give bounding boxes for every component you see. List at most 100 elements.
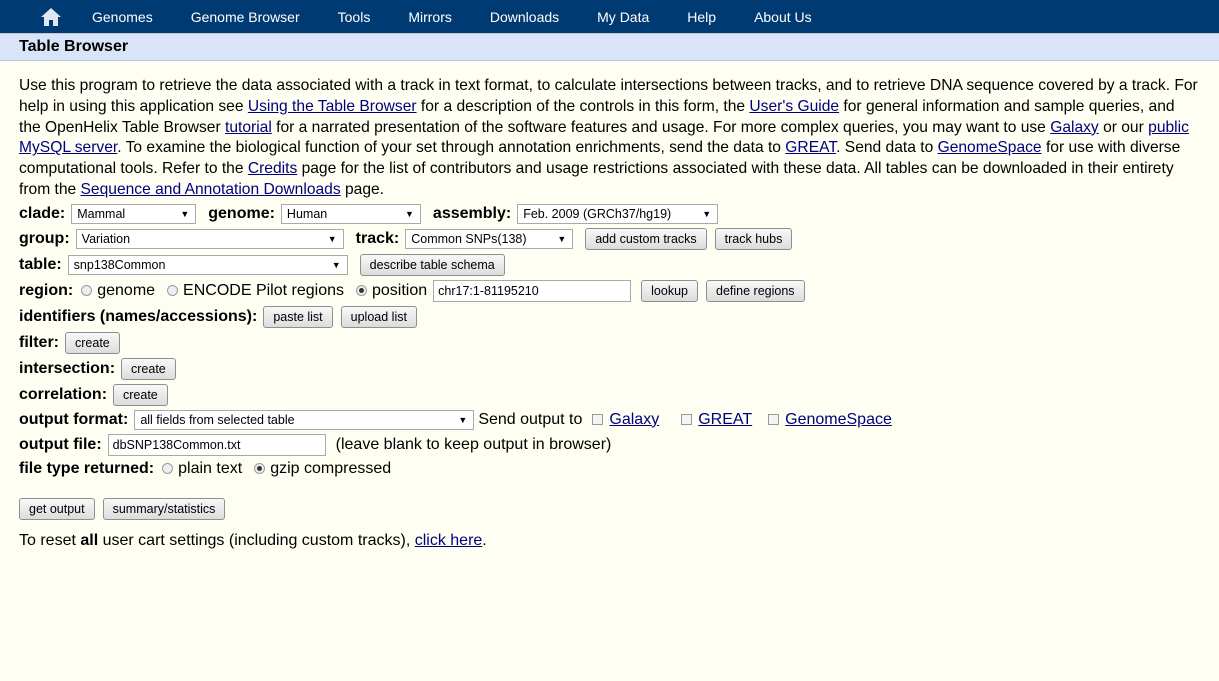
define-regions-button[interactable]: define regions bbox=[706, 279, 805, 302]
nav-mirrors[interactable]: Mirrors bbox=[408, 9, 452, 25]
link-great[interactable]: GREAT bbox=[785, 139, 836, 156]
nav-downloads[interactable]: Downloads bbox=[490, 9, 559, 25]
add-custom-tracks-button[interactable]: add custom tracks bbox=[585, 227, 707, 250]
reset-period: . bbox=[482, 531, 487, 549]
intro-text: . To examine the biological function of … bbox=[117, 139, 786, 157]
table-row: table: snp138Common ▼ describe table sche… bbox=[19, 253, 1200, 276]
home-icon[interactable] bbox=[40, 7, 62, 27]
clade-label: clade: bbox=[19, 204, 66, 222]
gzip-label: gzip compressed bbox=[270, 459, 392, 477]
output-format-value: all fields from selected table bbox=[140, 412, 295, 427]
send-great-link[interactable]: GREAT bbox=[698, 411, 752, 429]
correlation-label: correlation: bbox=[19, 385, 108, 403]
file-type-label: file type returned: bbox=[19, 459, 155, 477]
top-nav-bar: Genomes Genome Browser Tools Mirrors Dow… bbox=[0, 0, 1219, 34]
region-position-label: position bbox=[372, 281, 428, 299]
region-label: region: bbox=[19, 281, 74, 299]
group-value: Variation bbox=[81, 231, 131, 246]
send-great-checkbox[interactable] bbox=[681, 414, 693, 426]
clade-select[interactable]: Mammal ▼ bbox=[71, 203, 197, 224]
correlation-create-button[interactable]: create bbox=[113, 383, 168, 406]
group-label: group: bbox=[19, 229, 70, 247]
chevron-down-icon: ▼ bbox=[331, 259, 341, 270]
reset-line: To reset all user cart settings (includi… bbox=[19, 532, 1200, 550]
table-select[interactable]: snp138Common ▼ bbox=[67, 254, 348, 275]
reset-text: To reset bbox=[19, 531, 81, 549]
assembly-select[interactable]: Feb. 2009 (GRCh37/hg19) ▼ bbox=[517, 203, 719, 224]
table-value: snp138Common bbox=[73, 257, 166, 272]
filter-row: filter: create bbox=[19, 331, 1200, 354]
assembly-label: assembly: bbox=[432, 204, 512, 222]
output-format-label: output format: bbox=[19, 410, 129, 428]
send-genomespace-link[interactable]: GenomeSpace bbox=[785, 411, 892, 429]
group-select[interactable]: Variation ▼ bbox=[75, 228, 344, 249]
link-galaxy[interactable]: Galaxy bbox=[1050, 119, 1099, 136]
link-sequence-downloads[interactable]: Sequence and Annotation Downloads bbox=[81, 181, 341, 198]
send-galaxy-link[interactable]: Galaxy bbox=[609, 411, 659, 429]
output-file-input[interactable]: dbSNP138Common.txt bbox=[107, 433, 326, 456]
plain-text-label: plain text bbox=[178, 459, 243, 477]
identifiers-label: identifiers (names/accessions): bbox=[19, 307, 258, 325]
correlation-row: correlation: create bbox=[19, 383, 1200, 406]
chevron-down-icon: ▼ bbox=[180, 208, 190, 219]
group-track-row: group: Variation ▼ track: Common SNPs(138… bbox=[19, 227, 1200, 250]
chevron-down-icon: ▼ bbox=[702, 208, 712, 219]
intersection-label: intersection: bbox=[19, 359, 116, 377]
filter-label: filter: bbox=[19, 333, 59, 351]
nav-genome-browser[interactable]: Genome Browser bbox=[191, 9, 300, 25]
gzip-radio[interactable] bbox=[254, 463, 266, 475]
send-genomespace-checkbox[interactable] bbox=[768, 414, 780, 426]
link-users-guide[interactable]: User's Guide bbox=[749, 98, 839, 115]
main-content: Use this program to retrieve the data as… bbox=[0, 61, 1219, 550]
link-using-table-browser[interactable]: Using the Table Browser bbox=[248, 98, 417, 115]
intro-text: . Send data to bbox=[836, 139, 938, 157]
region-row: region: genome ENCODE Pilot regions posi… bbox=[19, 279, 1200, 302]
table-label: table: bbox=[19, 255, 62, 273]
output-format-select[interactable]: all fields from selected table ▼ bbox=[134, 409, 475, 430]
clade-genome-row: clade: Mammal ▼ genome: Human ▼ assembly: … bbox=[19, 203, 1200, 224]
intersection-row: intersection: create bbox=[19, 357, 1200, 380]
chevron-down-icon: ▼ bbox=[327, 233, 337, 244]
reset-text: user cart settings (including custom tra… bbox=[98, 531, 415, 549]
assembly-value: Feb. 2009 (GRCh37/hg19) bbox=[523, 206, 672, 221]
nav-genomes[interactable]: Genomes bbox=[92, 9, 153, 25]
paste-list-button[interactable]: paste list bbox=[263, 305, 333, 328]
output-file-hint: (leave blank to keep output in browser) bbox=[335, 435, 612, 453]
chevron-down-icon: ▼ bbox=[405, 208, 414, 219]
plain-text-radio[interactable] bbox=[162, 463, 174, 475]
link-credits[interactable]: Credits bbox=[248, 160, 297, 177]
summary-statistics-button[interactable]: summary/statistics bbox=[102, 497, 226, 520]
link-genomespace[interactable]: GenomeSpace bbox=[938, 139, 1042, 156]
genome-label: genome: bbox=[208, 204, 275, 222]
lookup-button[interactable]: lookup bbox=[641, 279, 698, 302]
describe-table-schema-button[interactable]: describe table schema bbox=[359, 253, 505, 276]
intersection-create-button[interactable]: create bbox=[121, 357, 176, 380]
reset-all-bold: all bbox=[80, 531, 99, 549]
chevron-down-icon: ▼ bbox=[557, 233, 567, 244]
get-output-button[interactable]: get output bbox=[19, 497, 95, 520]
intro-text: for a description of the controls in thi… bbox=[416, 97, 750, 115]
nav-my-data[interactable]: My Data bbox=[597, 9, 649, 25]
output-format-row: output format: all fields from selected … bbox=[19, 409, 1200, 430]
genome-select[interactable]: Human ▼ bbox=[280, 203, 421, 224]
position-input[interactable]: chr17:1-81195210 bbox=[433, 279, 632, 302]
track-value: Common SNPs(138) bbox=[411, 231, 527, 246]
region-genome-radio[interactable] bbox=[81, 285, 93, 297]
filter-create-button[interactable]: create bbox=[65, 331, 120, 354]
link-tutorial[interactable]: tutorial bbox=[225, 119, 272, 136]
nav-help[interactable]: Help bbox=[687, 9, 716, 25]
page-title: Table Browser bbox=[19, 38, 129, 55]
region-position-radio[interactable] bbox=[356, 285, 367, 297]
intro-text: for a narrated presentation of the softw… bbox=[271, 118, 1051, 136]
output-file-label: output file: bbox=[19, 435, 102, 453]
page-title-bar: Table Browser bbox=[0, 34, 1219, 61]
track-select[interactable]: Common SNPs(138) ▼ bbox=[405, 228, 574, 249]
identifiers-row: identifiers (names/accessions): paste li… bbox=[19, 305, 1200, 328]
region-encode-radio[interactable] bbox=[167, 285, 179, 297]
reset-click-here-link[interactable]: click here bbox=[415, 532, 483, 550]
nav-about-us[interactable]: About Us bbox=[754, 9, 812, 25]
nav-tools[interactable]: Tools bbox=[338, 9, 371, 25]
upload-list-button[interactable]: upload list bbox=[340, 305, 417, 328]
send-galaxy-checkbox[interactable] bbox=[592, 414, 604, 426]
track-hubs-button[interactable]: track hubs bbox=[714, 227, 793, 250]
